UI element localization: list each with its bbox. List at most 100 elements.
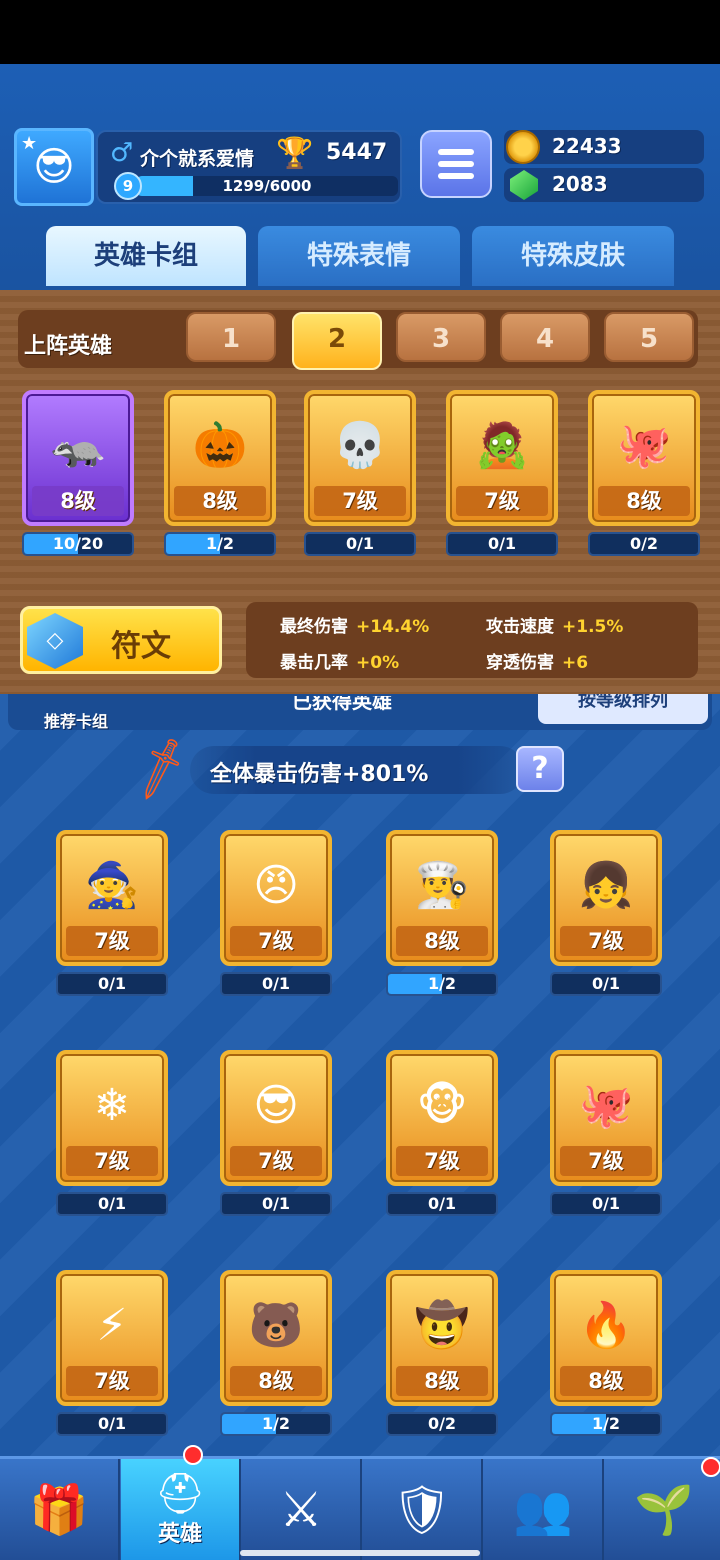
hero-card[interactable]: 🐵 7级 0/1 — [386, 1050, 498, 1216]
notification-dot — [701, 1457, 720, 1477]
tab-hero-deck[interactable]: 英雄卡组 — [46, 226, 246, 286]
deck-tab-1[interactable]: 1 — [186, 312, 276, 362]
trophy-count: 5447 — [326, 140, 388, 165]
avatar[interactable]: ★ 😎 — [14, 128, 94, 206]
coin-balance[interactable]: 22433 — [504, 130, 704, 164]
hero-card[interactable]: 💀 7级 0/1 — [304, 390, 416, 556]
pirate-octopus-icon: 🐙 — [616, 420, 672, 471]
hero-portrait: 👨‍🍳 8级 — [386, 830, 498, 966]
rune-label: 符文 — [111, 629, 171, 664]
tab-special-skins[interactable]: 特殊皮肤 — [472, 226, 674, 286]
tab-special-emotes[interactable]: 特殊表情 — [258, 226, 460, 286]
hero-portrait: 🔥 8级 — [550, 1270, 662, 1406]
lantern-hero-icon: 🎃 — [192, 420, 248, 471]
menu-button[interactable] — [420, 130, 492, 198]
rune-button[interactable]: ◇ 符文 — [20, 606, 222, 674]
octopus-pirate-icon: 🐙 — [578, 1080, 634, 1131]
hero-progress-text: 0/2 — [629, 534, 659, 553]
crit-bonus-text: 全体暴击伤害+801% — [210, 762, 429, 787]
deck-tab-4[interactable]: 4 — [500, 312, 590, 362]
help-button[interactable]: ? — [516, 746, 564, 792]
hero-portrait: ⚡ 7级 — [56, 1270, 168, 1406]
home-indicator — [240, 1550, 480, 1556]
hero-card[interactable]: 🔥 8级 1/2 — [550, 1270, 662, 1436]
hero-progress-text: 0/2 — [427, 1414, 457, 1433]
status-bar — [0, 0, 720, 64]
stat-value: +1.5% — [562, 617, 624, 637]
gem-balance[interactable]: 2083 — [504, 168, 704, 202]
hero-progress-text: 0/1 — [261, 974, 291, 993]
deck-tab-5[interactable]: 5 — [604, 312, 694, 362]
hero-portrait: 🧟 7级 — [446, 390, 558, 526]
skull-mage-icon: 💀 — [332, 420, 388, 471]
hero-portrait: 😠 7级 — [220, 830, 332, 966]
hero-card[interactable]: 🤠 8级 0/2 — [386, 1270, 498, 1436]
hero-card-progress: 0/1 — [550, 1192, 662, 1216]
hero-card-progress: 0/1 — [446, 532, 558, 556]
hero-card[interactable]: 🧟 7级 0/1 — [446, 390, 558, 556]
hero-card-progress: 0/1 — [56, 972, 168, 996]
stat-value: +0% — [356, 653, 400, 673]
hero-card-progress: 0/2 — [386, 1412, 498, 1436]
hero-card[interactable]: 🐙 8级 0/2 — [588, 390, 700, 556]
hero-level: 7级 — [456, 486, 548, 516]
hero-card[interactable]: 😠 7级 0/1 — [220, 830, 332, 996]
coin-icon — [506, 130, 540, 164]
hero-card[interactable]: 😎 7级 0/1 — [220, 1050, 332, 1216]
ice-bear-icon: 🐻 — [248, 1300, 304, 1351]
crossed-swords-icon: ⚔ — [279, 1481, 323, 1538]
menu-icon-line — [438, 173, 474, 179]
hero-card[interactable]: ❄ 7级 0/1 — [56, 1050, 168, 1216]
hero-card[interactable]: 🎃 8级 1/2 — [164, 390, 276, 556]
zeus-hero-icon: ⚡ — [96, 1300, 128, 1351]
hero-collection: 推荐卡组 已获得英雄 按等级排列 全体暴击伤害+801% 🗡 ? 🧙 7级 0/1 😠… — [0, 694, 720, 1456]
hero-portrait: 💀 7级 — [304, 390, 416, 526]
hero-card-progress: 0/1 — [304, 532, 416, 556]
stat-value: +6 — [562, 653, 589, 673]
hero-progress-text: 0/1 — [487, 534, 517, 553]
hero-level: 7级 — [230, 1146, 322, 1176]
recommend-deck-label[interactable]: 推荐卡组 — [44, 708, 108, 732]
hero-card[interactable]: 🐙 7级 0/1 — [550, 1050, 662, 1216]
hero-progress-text: 0/1 — [97, 1414, 127, 1433]
hero-card-progress: 0/1 — [220, 1192, 332, 1216]
hero-portrait: 🐵 7级 — [386, 1050, 498, 1186]
nav-item-crown-shield[interactable]: 🛡 — [363, 1459, 483, 1560]
hero-portrait: 😎 7级 — [220, 1050, 332, 1186]
hero-card[interactable]: 🐻 8级 1/2 — [220, 1270, 332, 1436]
hero-card[interactable]: 👨‍🍳 8级 1/2 — [386, 830, 498, 996]
notification-dot — [183, 1445, 203, 1465]
hero-card-progress: 1/2 — [164, 532, 276, 556]
hero-progress-text: 1/2 — [205, 534, 235, 553]
deck-tab-2[interactable]: 2 — [292, 312, 382, 370]
hero-card-progress: 0/2 — [588, 532, 700, 556]
nav-item-social-banner[interactable]: 👥 — [484, 1459, 604, 1560]
nav-item-sprout-island[interactable]: 🌱 — [605, 1457, 720, 1560]
bottom-nav: 🎁 ⛑ 英雄 ⚔ 🛡 👥 🌱 — [0, 1445, 720, 1560]
hero-card-progress: 0/1 — [550, 972, 662, 996]
hero-portrait: 🤠 8级 — [386, 1270, 498, 1406]
hero-card[interactable]: 🦡 8级 10/20 — [22, 390, 134, 556]
crit-bonus-banner: 全体暴击伤害+801% — [190, 746, 524, 794]
snow-girl-icon: 👧 — [578, 860, 634, 911]
stat-label: 穿透伤害 — [486, 653, 554, 673]
treasure-chest-icon: 🎁 — [29, 1481, 89, 1538]
owned-heroes-label: 已获得英雄 — [292, 696, 392, 713]
hero-progress-text: 1/2 — [591, 1414, 621, 1433]
sprout-island-icon: 🌱 — [634, 1481, 694, 1538]
hero-portrait: ❄ 7级 — [56, 1050, 168, 1186]
hero-card[interactable]: ⚡ 7级 0/1 — [56, 1270, 168, 1436]
sort-by-level-button[interactable]: 按等级排列 — [538, 694, 708, 724]
hero-card[interactable]: 🧙 7级 0/1 — [56, 830, 168, 996]
hero-card-progress: 0/1 — [220, 972, 332, 996]
stat-crit-chance: 暴击几率 +0% — [280, 648, 399, 673]
nav-item-knight-helmet[interactable]: ⛑ 英雄 — [121, 1445, 241, 1560]
menu-icon-line — [438, 161, 474, 167]
nav-item-crossed-swords[interactable]: ⚔ — [242, 1459, 362, 1560]
hero-level: 7级 — [66, 1146, 158, 1176]
hero-level: 7级 — [66, 1366, 158, 1396]
deck-tab-3[interactable]: 3 — [396, 312, 486, 362]
star-icon: ★ — [21, 133, 38, 154]
nav-item-treasure-chest[interactable]: 🎁 — [0, 1459, 120, 1560]
hero-card[interactable]: 👧 7级 0/1 — [550, 830, 662, 996]
